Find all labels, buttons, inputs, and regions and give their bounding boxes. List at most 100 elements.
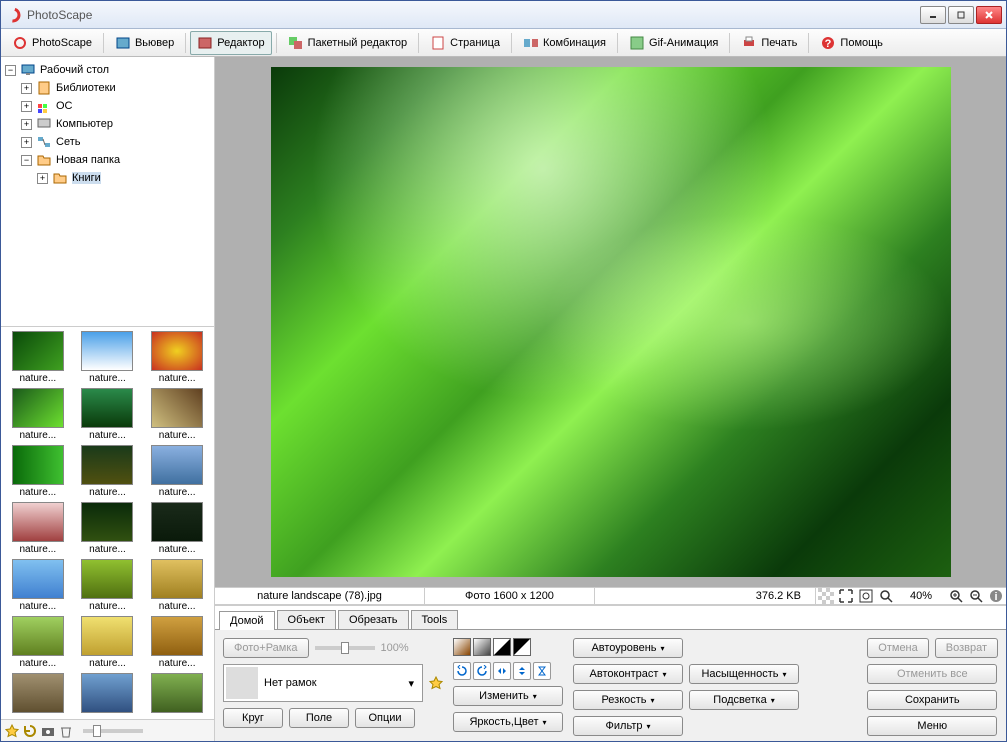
camera-icon[interactable] [41, 724, 55, 738]
tab-object[interactable]: Объект [277, 610, 336, 629]
thumbnail-item[interactable]: nature... [144, 445, 210, 498]
tree-expand-icon[interactable]: + [21, 101, 32, 112]
flip-v-icon[interactable] [513, 662, 531, 680]
fullscreen-icon[interactable] [838, 588, 854, 604]
fit-window-icon[interactable] [858, 588, 874, 604]
highlight-button[interactable]: Подсветка▾ [689, 690, 799, 710]
star-icon[interactable] [429, 676, 443, 690]
thumbnail-item[interactable] [5, 673, 71, 715]
filter-button[interactable]: Фильтр▾ [573, 716, 683, 736]
thumbnail-item[interactable]: nature... [5, 388, 71, 441]
folder-icon [36, 152, 52, 168]
brightness-color-button[interactable]: Яркость,Цвет▾ [453, 712, 563, 732]
frame-select[interactable]: Нет рамок ▾ [223, 664, 423, 702]
frame-slider[interactable] [315, 646, 375, 650]
gradient-sepia-icon[interactable] [453, 638, 471, 656]
hourglass-icon[interactable] [533, 662, 551, 680]
thumbnail-item[interactable]: nature... [75, 388, 141, 441]
tab-viewer[interactable]: Вьювер [108, 31, 181, 55]
tree-expand-icon[interactable]: + [37, 173, 48, 184]
rotate-left-icon[interactable] [453, 662, 471, 680]
photo-frame-button[interactable]: Фото+Рамка [223, 638, 309, 658]
folder-tree[interactable]: −Рабочий стол +Библиотеки +ОС +Компьютер… [1, 57, 214, 327]
tree-collapse-icon[interactable]: − [5, 65, 16, 76]
filename-cell: nature landscape (78).jpg [215, 588, 425, 604]
zoom-in-icon[interactable] [948, 588, 964, 604]
thumbnail-item[interactable]: nature... [75, 331, 141, 384]
thumbnail-item[interactable]: nature... [5, 331, 71, 384]
checkerboard-icon[interactable] [818, 588, 834, 604]
thumbnail-item[interactable]: nature... [75, 502, 141, 555]
tree-collapse-icon[interactable]: − [21, 155, 32, 166]
gradient-gray-icon[interactable] [473, 638, 491, 656]
thumbnail-item[interactable] [144, 673, 210, 715]
circle-button[interactable]: Круг [223, 708, 283, 728]
close-button[interactable] [976, 6, 1002, 24]
tab-gif[interactable]: Gif-Анимация [622, 31, 725, 55]
thumbnail-item[interactable]: nature... [5, 616, 71, 669]
thumb-size-slider[interactable] [83, 729, 143, 733]
saturation-button[interactable]: Насыщенность▾ [689, 664, 799, 684]
trash-icon[interactable] [59, 724, 73, 738]
rotate-icon[interactable] [23, 724, 37, 738]
thumbnail-item[interactable]: nature... [5, 559, 71, 612]
minimize-button[interactable] [920, 6, 946, 24]
maximize-button[interactable] [948, 6, 974, 24]
tab-batch-editor[interactable]: Пакетный редактор [281, 31, 415, 55]
rotate-right-icon[interactable] [473, 662, 491, 680]
image-canvas[interactable] [271, 67, 951, 577]
network-icon [36, 134, 52, 150]
thumbnail-toolbar [1, 719, 214, 741]
gradient-bw-icon[interactable] [493, 638, 511, 656]
resize-button[interactable]: Изменить▾ [453, 686, 563, 706]
undo-all-button[interactable]: Отменить все [867, 664, 997, 684]
tab-tools[interactable]: Tools [411, 610, 459, 629]
flip-icon[interactable] [493, 662, 511, 680]
tab-crop[interactable]: Обрезать [338, 610, 409, 629]
tab-print[interactable]: Печать [734, 31, 804, 55]
autocontrast-button[interactable]: Автоконтраст▾ [573, 664, 683, 684]
tab-editor[interactable]: Редактор [190, 31, 271, 55]
tree-expand-icon[interactable]: + [21, 83, 32, 94]
thumbnail-item[interactable] [75, 673, 141, 715]
sharpness-button[interactable]: Резкость▾ [573, 690, 683, 710]
menu-button[interactable]: Меню [867, 716, 997, 736]
canvas-area [215, 57, 1006, 587]
thumbnail-item[interactable]: nature... [144, 559, 210, 612]
star-icon[interactable] [5, 724, 19, 738]
save-button[interactable]: Сохранить [867, 690, 997, 710]
folder-icon [52, 170, 68, 186]
tree-expand-icon[interactable]: + [21, 119, 32, 130]
library-icon [36, 80, 52, 96]
tab-home[interactable]: Домой [219, 611, 275, 630]
info-icon[interactable]: i [988, 588, 1004, 604]
undo-button[interactable]: Отмена [867, 638, 928, 658]
thumbnail-item[interactable]: nature... [144, 616, 210, 669]
thumbnail-item[interactable]: nature... [5, 502, 71, 555]
tab-help[interactable]: ?Помощь [813, 31, 890, 55]
gradient-invert-icon[interactable] [513, 638, 531, 656]
zoom-out-icon[interactable] [968, 588, 984, 604]
options-button[interactable]: Опции [355, 708, 415, 728]
field-button[interactable]: Поле [289, 708, 349, 728]
os-icon [36, 98, 52, 114]
thumbnail-item[interactable]: nature... [5, 445, 71, 498]
thumbnail-item[interactable]: nature... [75, 445, 141, 498]
editor-tabs: Домой Объект Обрезать Tools [215, 606, 1006, 630]
autolevel-button[interactable]: Автоуровень▾ [573, 638, 683, 658]
thumbnail-item[interactable]: nature... [144, 388, 210, 441]
thumbnail-item[interactable]: nature... [75, 559, 141, 612]
fit-icon[interactable] [878, 588, 894, 604]
thumbnail-item[interactable]: nature... [75, 616, 141, 669]
tab-combine[interactable]: Комбинация [516, 31, 613, 55]
thumbnail-item[interactable]: nature... [144, 331, 210, 384]
tab-page[interactable]: Страница [423, 31, 507, 55]
thumbnail-grid[interactable]: nature...nature...nature...nature...natu… [1, 327, 214, 719]
thumbnail-item[interactable]: nature... [144, 502, 210, 555]
tree-expand-icon[interactable]: + [21, 137, 32, 148]
redo-button[interactable]: Возврат [935, 638, 998, 658]
window-title: PhotoScape [27, 8, 920, 22]
tab-photoscape[interactable]: PhotoScape [5, 31, 99, 55]
frame-percent: 100% [381, 642, 409, 654]
computer-icon [36, 116, 52, 132]
